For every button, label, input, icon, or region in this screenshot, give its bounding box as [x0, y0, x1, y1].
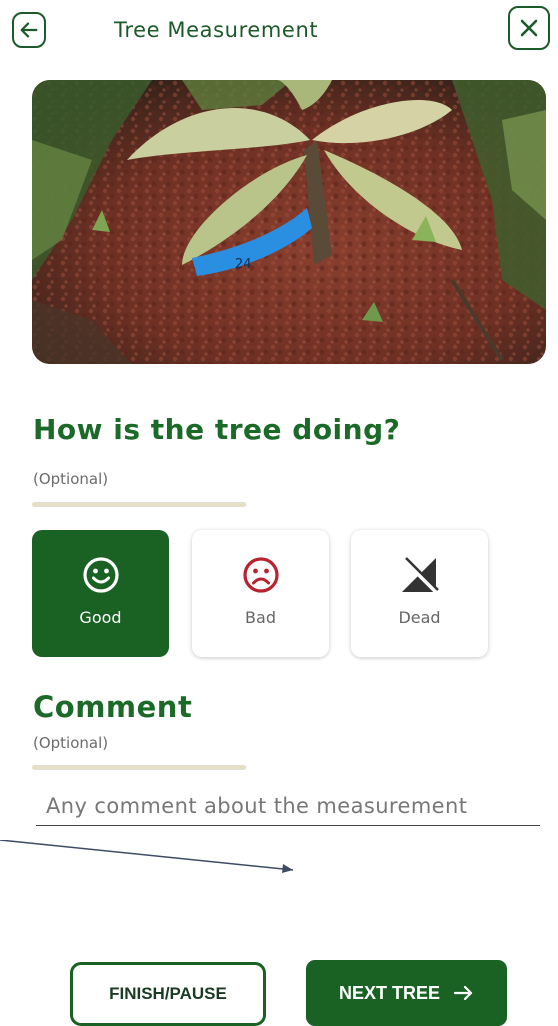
next-tree-label: NEXT TREE: [338, 982, 440, 1003]
next-tree-button[interactable]: NEXT TREE: [306, 960, 507, 1026]
status-option-label: Good: [79, 608, 122, 627]
dead-signal-icon: [401, 557, 439, 594]
tape-label: 24: [235, 257, 252, 272]
status-option-label: Dead: [398, 608, 441, 627]
arrow-left-icon: [20, 22, 38, 38]
page-title: Tree Measurement: [114, 18, 319, 42]
close-icon: [520, 19, 538, 37]
status-option-good[interactable]: Good: [32, 530, 169, 657]
comment-heading: Comment: [33, 690, 193, 724]
status-optional-label: (Optional): [33, 470, 109, 488]
back-button[interactable]: [12, 12, 46, 48]
tree-photo: 24: [32, 80, 546, 364]
status-option-label: Bad: [245, 608, 276, 627]
smiley-happy-icon: [82, 557, 119, 593]
comment-optional-label: (Optional): [33, 734, 109, 752]
comment-input[interactable]: [36, 786, 540, 826]
status-option-bad[interactable]: Bad: [192, 530, 329, 657]
close-button[interactable]: [508, 6, 550, 50]
smiley-sad-icon: [242, 557, 279, 593]
annotation-arrow: [0, 840, 294, 873]
status-option-dead[interactable]: Dead: [351, 530, 488, 657]
arrow-right-icon: [454, 985, 473, 1001]
comment-underline: [32, 765, 246, 770]
status-heading: How is the tree doing?: [33, 413, 401, 446]
finish-pause-button[interactable]: FINISH/PAUSE: [70, 962, 266, 1026]
status-underline: [32, 502, 246, 507]
